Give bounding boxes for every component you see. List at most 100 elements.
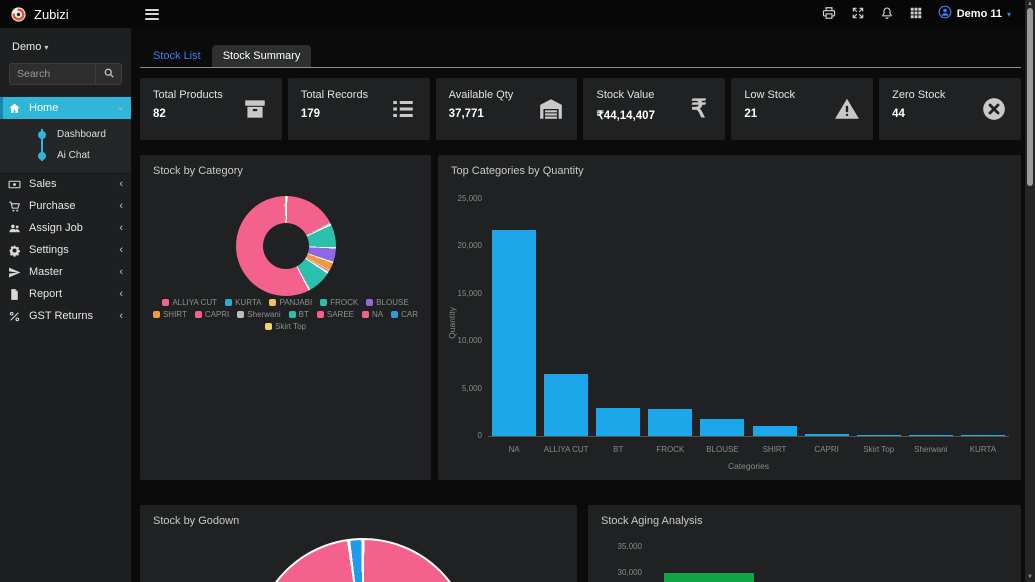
legend-label: NA	[372, 310, 383, 319]
sidebar-item-home[interactable]: Home‹	[0, 97, 131, 119]
legend-label: Skirt Top	[275, 322, 306, 331]
legend-swatch-icon	[225, 299, 232, 306]
sidebar-subitem-label: Dashboard	[57, 129, 106, 140]
search-button[interactable]	[95, 64, 121, 84]
scroll-down-arrow[interactable]: ▼	[1025, 573, 1035, 582]
search-input[interactable]	[10, 64, 95, 84]
stat-card-text: Zero Stock44	[892, 89, 945, 129]
x-tick-label: SHIRT	[748, 445, 800, 454]
bar-column-skirt-top	[853, 200, 905, 436]
bar	[961, 435, 1005, 437]
bar-column-shirt	[748, 200, 800, 436]
sidebar-item-sales[interactable]: Sales ‹	[0, 173, 131, 195]
brand: Zubizi	[0, 0, 131, 28]
org-label: Demo	[12, 41, 41, 53]
tab-stock-list[interactable]: Stock List	[142, 45, 212, 67]
sidebar-item-label: Settings	[29, 244, 69, 256]
stat-card-value: 82	[153, 108, 223, 120]
brand-name: Zubizi	[34, 7, 69, 22]
stat-card-value: 21	[744, 108, 795, 120]
legend-item-sherwani[interactable]: Sherwani	[237, 310, 280, 319]
charts-row-2: Stock by Godown Stock Aging Analysis 35,…	[140, 505, 1021, 582]
sidebar-item-label: Purchase	[29, 200, 75, 212]
bar-column-frock	[644, 200, 696, 436]
legend-swatch-icon	[362, 311, 369, 318]
notifications-button[interactable]	[880, 6, 894, 23]
sidebar-item-report[interactable]: Report‹	[0, 283, 131, 305]
legend-item-frock[interactable]: FROCK	[320, 298, 358, 307]
category-donut-chart	[236, 196, 336, 296]
stock-by-godown-panel: Stock by Godown	[140, 505, 577, 582]
legend-item-saree[interactable]: SAREE	[317, 310, 354, 319]
legend-swatch-icon	[269, 299, 276, 306]
godown-pie-chart	[253, 538, 473, 582]
panel-title: Stock by Category	[140, 155, 431, 187]
tab-stock-summary[interactable]: Stock Summary	[212, 45, 312, 67]
bar-column-blouse	[696, 200, 748, 436]
fullscreen-button[interactable]	[851, 6, 865, 23]
quantity-bar-chart: 25,00020,00015,00010,0005,0000	[488, 200, 1009, 437]
org-switcher[interactable]: Demo▾	[0, 28, 131, 57]
legend-item-na[interactable]: NA	[362, 310, 383, 319]
chevron-left-icon: ‹	[119, 179, 123, 190]
legend-item-car[interactable]: CAR	[391, 310, 418, 319]
sidebar-subitem-dashboard[interactable]: Dashboard	[0, 124, 131, 145]
y-tick-label: 25,000	[438, 194, 482, 203]
topbar: Demo 11 ▾	[131, 0, 1035, 28]
legend-item-alliya-cut[interactable]: ALLIYA CUT	[162, 298, 217, 307]
home-icon	[8, 101, 22, 115]
y-tick-label: 0	[438, 431, 482, 440]
y-axis-title: Quantity	[447, 307, 457, 339]
chevron-down-icon: ‹	[116, 106, 127, 110]
user-menu[interactable]: Demo 11 ▾	[938, 5, 1011, 24]
legend-item-capri[interactable]: CAPRI	[195, 310, 229, 319]
sidebar-item-label: Sales	[29, 178, 57, 190]
legend-label: CAPRI	[205, 310, 229, 319]
bar	[648, 409, 692, 436]
sidebar-submenu: Dashboard Ai Chat	[0, 119, 131, 173]
stat-card-value: ₹44,14,407	[596, 108, 654, 122]
legend-item-shirt[interactable]: SHIRT	[153, 310, 187, 319]
legend-swatch-icon	[320, 299, 327, 306]
sidebar-item-assign-job[interactable]: Assign Job‹	[0, 217, 131, 239]
legend-item-skirt-top[interactable]: Skirt Top	[265, 322, 306, 331]
records-list-icon	[390, 96, 417, 123]
print-button[interactable]	[822, 6, 836, 23]
panel-title: Stock by Godown	[140, 505, 577, 537]
legend-item-blouse[interactable]: BLOUSE	[366, 298, 408, 307]
bar-column-kurta	[957, 200, 1009, 436]
vertical-scrollbar: ▲ ▼	[1025, 0, 1035, 582]
bars-container	[488, 200, 1009, 436]
timeline-dot-icon	[38, 152, 46, 160]
stat-card-zero-stock: Zero Stock44	[879, 78, 1021, 140]
stat-card-text: Total Records179	[301, 89, 368, 129]
legend-label: SHIRT	[163, 310, 187, 319]
sidebar-item-settings[interactable]: Settings‹	[0, 239, 131, 261]
stat-card-text: Available Qty37,771	[449, 89, 514, 129]
legend-item-bt[interactable]: BT	[289, 310, 309, 319]
sidebar-item-label: Report	[29, 288, 62, 300]
assign-job-icon	[8, 221, 22, 235]
sidebar-subitem-ai-chat[interactable]: Ai Chat	[0, 145, 131, 166]
y-tick-label: 15,000	[438, 289, 482, 298]
chevron-left-icon: ‹	[119, 311, 123, 322]
bar-column-na	[488, 200, 540, 436]
y-tick-label: 30,000	[600, 568, 642, 577]
brand-logo-icon	[10, 6, 27, 23]
menu-toggle-button[interactable]	[145, 9, 159, 20]
stat-cards: Total Products82 Total Records179 Availabl…	[140, 78, 1021, 140]
main-area: Demo 11 ▾ Stock ListStock Summary Total …	[131, 0, 1035, 582]
stat-card-total-products: Total Products82	[140, 78, 282, 140]
sidebar-item-purchase[interactable]: Purchase‹	[0, 195, 131, 217]
printer-icon	[822, 6, 836, 23]
legend-item-panjabi[interactable]: PANJABI	[269, 298, 312, 307]
apps-button[interactable]	[909, 6, 923, 23]
scrollbar-thumb[interactable]	[1027, 8, 1033, 186]
sidebar-item-label: Assign Job	[29, 222, 83, 234]
bar-column-bt	[592, 200, 644, 436]
sidebar-item-master[interactable]: Master‹	[0, 261, 131, 283]
x-tick-label: BT	[592, 445, 644, 454]
legend-item-kurta[interactable]: KURTA	[225, 298, 261, 307]
sidebar-search	[9, 63, 122, 85]
sidebar-item-gst-returns[interactable]: GST Returns‹	[0, 305, 131, 327]
